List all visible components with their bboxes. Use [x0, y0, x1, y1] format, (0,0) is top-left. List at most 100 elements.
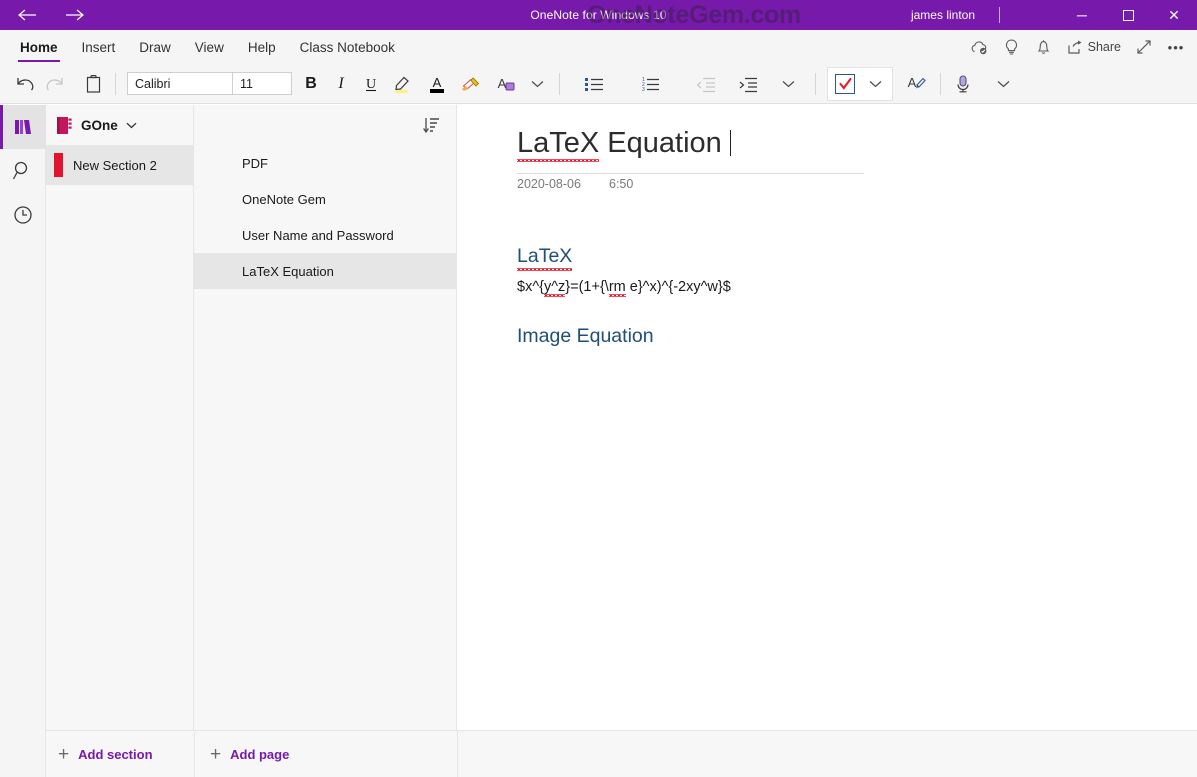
- italic-button[interactable]: I: [326, 68, 356, 100]
- plus-icon: +: [210, 745, 221, 764]
- bold-button[interactable]: B: [296, 68, 326, 100]
- decrease-indent-icon: [689, 68, 723, 100]
- code-suffix: e}^x)^{-2xy^w}$: [626, 279, 731, 295]
- window-controls: ─ ✕: [1059, 0, 1197, 30]
- bottom-bar: + Add section + Add page: [46, 730, 1197, 777]
- font-color-icon[interactable]: A: [420, 68, 454, 100]
- notebook-name: GOne: [81, 118, 118, 133]
- font-options-chevron-down-icon[interactable]: [522, 68, 552, 100]
- code-mid: }=(1+{\: [565, 279, 609, 295]
- todo-tag-group: [827, 67, 893, 101]
- page-time[interactable]: 6:50: [609, 177, 633, 191]
- list-item[interactable]: User Name and Password: [194, 217, 456, 253]
- left-navigation-rail: [0, 105, 46, 777]
- text-cursor: [730, 130, 732, 156]
- latex-code-line: $x^{y^z}=(1+{\rm e}^x)^{-2xy^w}$: [517, 279, 1117, 295]
- tab-help[interactable]: Help: [236, 30, 288, 64]
- maximize-button[interactable]: [1105, 0, 1151, 30]
- svg-text:3: 3: [642, 87, 645, 93]
- tag-pen-icon[interactable]: A: [899, 68, 933, 100]
- clear-formatting-icon[interactable]: A: [488, 68, 522, 100]
- highlighter-icon[interactable]: [386, 68, 420, 100]
- toolbar-divider-4: [940, 73, 941, 95]
- page-pane: PDF OneNote Gem User Name and Password L…: [194, 105, 457, 777]
- add-section-button[interactable]: + Add section: [58, 731, 153, 777]
- bottom-divider-1: [194, 731, 195, 777]
- note-body[interactable]: LaTeX $x^{y^z}=(1+{\rm e}^x)^{-2xy^w}$ I…: [517, 245, 1117, 348]
- sync-cloud-icon[interactable]: [964, 32, 995, 62]
- page-metadata: 2020-08-06 6:50: [517, 177, 633, 191]
- format-painter-icon[interactable]: [454, 68, 488, 100]
- numbered-list-icon[interactable]: 1 2 3: [633, 68, 667, 100]
- svg-text:A: A: [498, 76, 507, 91]
- redo-icon: [40, 68, 70, 100]
- heading-image-equation: Image Equation: [517, 325, 1117, 348]
- ribbon-right-actions: Share •••: [964, 30, 1191, 64]
- tab-insert[interactable]: Insert: [70, 30, 128, 64]
- user-account-name[interactable]: james linton: [911, 0, 975, 30]
- todo-tag-chevron-down-icon[interactable]: [860, 68, 890, 100]
- tab-class-notebook[interactable]: Class Notebook: [288, 30, 407, 64]
- section-label: New Section 2: [73, 158, 157, 173]
- todo-checkbox-icon[interactable]: [830, 68, 860, 100]
- title-separator: [517, 173, 864, 174]
- titlebar-divider: [999, 7, 1000, 23]
- font-size-input[interactable]: 11: [233, 73, 291, 94]
- code-misspelled-2: rm: [609, 279, 626, 297]
- increase-indent-icon[interactable]: [731, 68, 765, 100]
- sort-descending-icon[interactable]: [423, 117, 440, 134]
- recent-notes-clock-icon[interactable]: [0, 193, 46, 237]
- notebook-header[interactable]: GOne: [46, 105, 193, 145]
- underline-button[interactable]: U: [356, 68, 386, 100]
- toolbar-divider-3: [815, 73, 816, 95]
- search-icon[interactable]: [0, 149, 46, 193]
- list-item[interactable]: OneNote Gem: [194, 181, 456, 217]
- microphone-icon[interactable]: [948, 68, 978, 100]
- page-title-rest: Equation: [599, 127, 722, 159]
- page-date[interactable]: 2020-08-06: [517, 177, 609, 191]
- tab-draw[interactable]: Draw: [127, 30, 183, 64]
- lightbulb-icon[interactable]: [997, 32, 1027, 62]
- add-page-button[interactable]: + Add page: [210, 731, 289, 777]
- more-options-icon[interactable]: •••: [1161, 32, 1191, 62]
- paste-clipboard-icon[interactable]: [78, 68, 108, 100]
- paragraph-options-chevron-down-icon[interactable]: [773, 68, 803, 100]
- notebook-icon: [56, 116, 73, 135]
- sidebar-item-new-section-2[interactable]: New Section 2: [46, 145, 193, 185]
- notebooks-icon[interactable]: [0, 105, 46, 149]
- font-name-input[interactable]: Calibri: [128, 73, 233, 94]
- heading-latex-text: LaTeX: [517, 245, 572, 273]
- notifications-bell-icon[interactable]: [1029, 32, 1059, 62]
- code-prefix: $x^{: [517, 279, 544, 295]
- font-controls: Calibri 11: [127, 72, 292, 95]
- bulleted-list-icon[interactable]: [577, 68, 611, 100]
- formatting-toolbar: Calibri 11 B I U A A: [0, 64, 1197, 104]
- title-bar: OneNote for Windows 10 OneNoteGem.com ja…: [0, 0, 1197, 30]
- share-label: Share: [1088, 40, 1121, 54]
- section-pane: GOne New Section 2: [46, 105, 194, 777]
- note-canvas[interactable]: LaTeX Equation 2020-08-06 6:50 LaTeX $x^…: [458, 105, 1197, 730]
- expand-arrows-icon[interactable]: [1129, 32, 1159, 62]
- dictate-chevron-down-icon[interactable]: [988, 68, 1018, 100]
- todo-checkbox[interactable]: [835, 74, 855, 94]
- close-button[interactable]: ✕: [1151, 0, 1197, 30]
- toolbar-divider: [115, 73, 116, 95]
- window-title: OneNote for Windows 10: [0, 8, 1197, 22]
- heading-latex: LaTeX: [517, 245, 1117, 273]
- list-item[interactable]: PDF: [194, 145, 456, 181]
- notebook-chevron-down-icon[interactable]: [126, 122, 137, 129]
- tab-view[interactable]: View: [183, 30, 236, 64]
- bottom-divider-2: [457, 731, 458, 777]
- page-title-word-misspelled: LaTeX: [517, 127, 599, 164]
- list-item[interactable]: LaTeX Equation: [194, 253, 456, 289]
- undo-icon[interactable]: [10, 68, 40, 100]
- page-title[interactable]: LaTeX Equation: [517, 127, 731, 160]
- minimize-button[interactable]: ─: [1059, 0, 1105, 30]
- toolbar-divider-2: [559, 73, 560, 95]
- tab-home[interactable]: Home: [8, 30, 70, 64]
- page-pane-header: [194, 105, 456, 145]
- add-page-label: Add page: [230, 747, 289, 762]
- share-button[interactable]: Share: [1061, 32, 1127, 62]
- add-section-label: Add section: [78, 747, 152, 762]
- code-misspelled-1: y^z: [544, 279, 565, 297]
